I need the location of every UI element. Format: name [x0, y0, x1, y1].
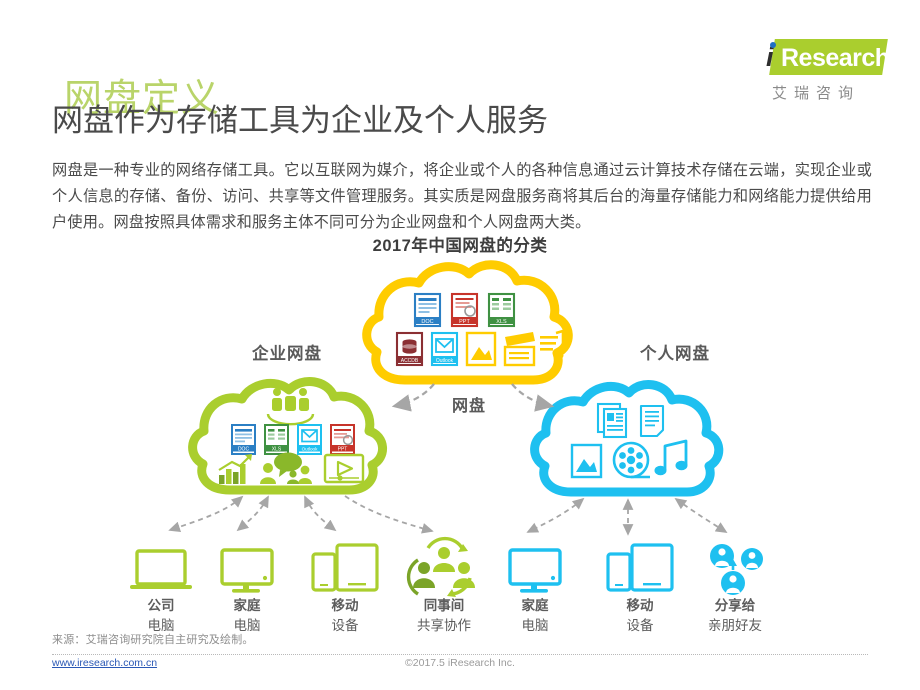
- mobile-devices-icon: [311, 543, 379, 592]
- database-file-icon: ACCDB: [395, 331, 424, 367]
- enterprise-cloud-label: 企业网盘: [252, 345, 322, 363]
- device-label-line2: 亲朋好友: [708, 617, 762, 633]
- ppt-file-icon: PPT: [450, 292, 479, 328]
- central-cloud-shape: [362, 260, 573, 385]
- mobile-devices-icon: [606, 543, 674, 592]
- device-label-line1: 移动: [331, 598, 359, 613]
- xls-file-icon: XLS: [264, 424, 289, 455]
- iresearch-logo: i Research 艾瑞咨询: [750, 36, 890, 108]
- personal-cloud-shape: [530, 380, 724, 497]
- svg-text:DOC: DOC: [238, 447, 250, 453]
- svg-text:PPT: PPT: [338, 447, 348, 453]
- video-player-icon: [323, 453, 365, 484]
- device-label-line1: 分享给: [714, 598, 756, 613]
- svg-text:XLS: XLS: [272, 447, 282, 453]
- svg-text:Outlook: Outlook: [436, 358, 454, 364]
- svg-text:PPT: PPT: [459, 319, 470, 325]
- slide-root: i Research 艾瑞咨询 网盘定义 网盘作为存储工具为企业及个人服务 网盘…: [0, 0, 920, 690]
- device-label-home-pc-personal: 家庭 电脑: [480, 596, 590, 635]
- enterprise-cloud-shape: [188, 377, 387, 495]
- arrow-personal-to-share: [674, 497, 728, 533]
- logo-mark: i Research: [750, 36, 890, 80]
- ppt-file-icon: PPT: [330, 424, 355, 455]
- svg-text:DOC: DOC: [421, 319, 433, 325]
- text-doc-icon: [639, 404, 665, 438]
- page-title: 网盘作为存储工具为企业及个人服务: [52, 103, 548, 138]
- personal-cloud-label: 个人网盘: [640, 345, 710, 363]
- doc-file-icon: DOC: [231, 424, 256, 455]
- footer-copyright: ©2017.5 iResearch Inc.: [405, 657, 515, 669]
- device-label-mobile-enterprise: 移动 设备: [290, 596, 400, 635]
- share-people-icon: [710, 544, 763, 595]
- personal-cloud-node: [530, 380, 724, 497]
- device-label-line1: 家庭: [233, 598, 261, 613]
- image-file-icon: [570, 443, 603, 479]
- team-chat-icon: [260, 452, 312, 484]
- device-label-line1: 移动: [626, 598, 654, 613]
- doc-file-icon: DOC: [413, 292, 442, 328]
- source-note: 来源：艾瑞咨询研究院自主研究及绘制。: [52, 634, 254, 646]
- device-label-line2: 设备: [626, 617, 654, 633]
- footer-divider: [52, 654, 868, 655]
- image-file-icon: [465, 331, 497, 367]
- diagram-title: 2017年中国网盘的分类: [372, 237, 548, 255]
- desktop-monitor-icon: [508, 548, 562, 593]
- svg-text:ACCDB: ACCDB: [401, 358, 419, 364]
- svg-text:Outlook: Outlook: [302, 447, 319, 452]
- film-reel-icon: [612, 441, 650, 479]
- logo-wordmark: Research: [781, 44, 890, 72]
- music-note-icon: [654, 439, 688, 476]
- video-clapper-icon: [503, 332, 536, 367]
- logo-letter-i: i: [766, 42, 773, 72]
- people-group-icon: [266, 384, 315, 426]
- device-label-line2: 设备: [331, 617, 359, 633]
- arrow-enterprise-to-home-pc: [236, 495, 269, 532]
- logo-chinese-name: 艾瑞咨询: [772, 85, 861, 102]
- arrow-personal-to-home-pc: [526, 497, 585, 533]
- body-paragraph: 网盘是一种专业的网络存储工具。它以互联网为媒介，将企业或个人的各种信息通过云计算…: [52, 162, 872, 232]
- device-label-home-pc-enterprise: 家庭 电脑: [192, 596, 302, 635]
- collaboration-icon: [406, 536, 475, 597]
- laptop-icon: [130, 549, 192, 589]
- device-label-share: 分享给 亲朋好友: [680, 596, 790, 635]
- svg-text:XLS: XLS: [496, 319, 507, 325]
- central-cloud-node: DOC PPT XLS ACCDB Outlook: [362, 260, 573, 385]
- enterprise-cloud-node: DOC XLS Outlook PPT: [188, 377, 387, 495]
- arrow-enterprise-to-company-pc: [168, 495, 244, 532]
- device-label-line2: 电脑: [521, 617, 549, 633]
- bar-chart-icon: [218, 454, 252, 484]
- outlook-mail-icon: Outlook: [297, 424, 322, 455]
- arrow-enterprise-to-mobile: [304, 495, 337, 532]
- logo-blue-dot-icon: [770, 42, 776, 48]
- device-label-line1: 家庭: [521, 598, 549, 613]
- arrow-center-to-personal: [511, 383, 555, 412]
- xls-file-icon: XLS: [487, 292, 516, 328]
- arrow-enterprise-to-collaboration: [344, 495, 434, 534]
- central-cloud-label: 网盘: [452, 398, 487, 415]
- music-note-icon: [540, 329, 565, 360]
- device-label-mobile-personal: 移动 设备: [585, 596, 695, 635]
- arrow-center-to-enterprise: [391, 383, 435, 412]
- outlook-mail-icon: Outlook: [430, 331, 459, 367]
- documents-icon: [596, 402, 628, 439]
- desktop-monitor-icon: [220, 548, 274, 593]
